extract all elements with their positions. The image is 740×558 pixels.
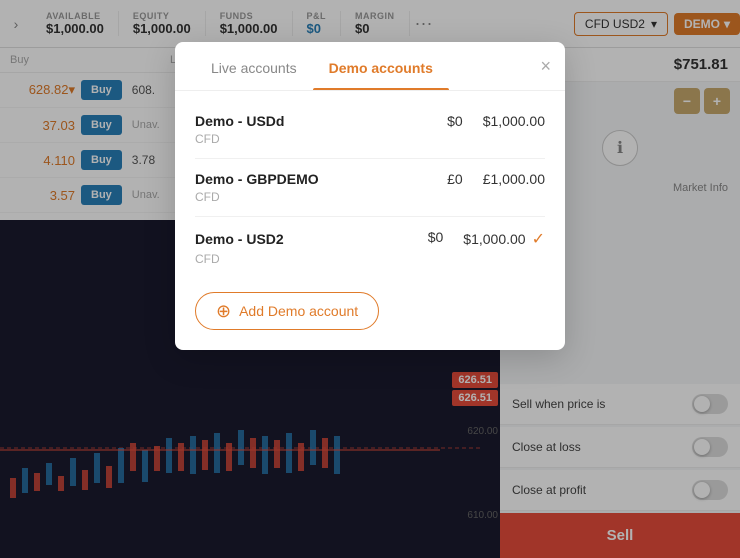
account-amounts-usdd: $0 $1,000.00 [447,113,545,129]
add-account-label: Add Demo account [239,303,358,319]
account-amount1-gbpdemo: £0 [447,171,463,187]
modal-body: Demo - USDd $0 $1,000.00 CFD Demo - GBPD… [175,91,565,350]
account-modal: Live accounts Demo accounts × Demo - USD… [175,42,565,350]
account-type-usdd: CFD [195,132,220,146]
tab-demo-accounts[interactable]: Demo accounts [313,42,449,90]
account-name-gbpdemo: Demo - GBPDEMO [195,171,319,187]
account-type-usd2: CFD [195,252,220,266]
account-amounts-usd2: $0 $1,000.00 ✓ [428,229,545,249]
account-row-usd2[interactable]: Demo - USD2 $0 $1,000.00 ✓ CFD [195,217,545,278]
account-amount2-usd2: $1,000.00 ✓ [463,229,545,249]
account-amount1-usd2: $0 [428,229,444,249]
account-amount1-usdd: $0 [447,113,463,129]
active-check-icon: ✓ [532,229,545,249]
account-type-gbpdemo: CFD [195,190,220,204]
modal-close-button[interactable]: × [540,57,551,75]
plus-icon: ⊕ [216,302,231,320]
tab-live-accounts[interactable]: Live accounts [195,42,313,90]
account-row-usdd[interactable]: Demo - USDd $0 $1,000.00 CFD [195,101,545,159]
account-name-usd2: Demo - USD2 [195,231,284,247]
modal-tabs: Live accounts Demo accounts × [175,42,565,91]
account-row-gbpdemo[interactable]: Demo - GBPDEMO £0 £1,000.00 CFD [195,159,545,217]
account-amount2-usdd: $1,000.00 [483,113,545,129]
add-demo-account-button[interactable]: ⊕ Add Demo account [195,292,379,330]
account-name-usdd: Demo - USDd [195,113,284,129]
account-amounts-gbpdemo: £0 £1,000.00 [447,171,545,187]
account-amount2-gbpdemo: £1,000.00 [483,171,545,187]
